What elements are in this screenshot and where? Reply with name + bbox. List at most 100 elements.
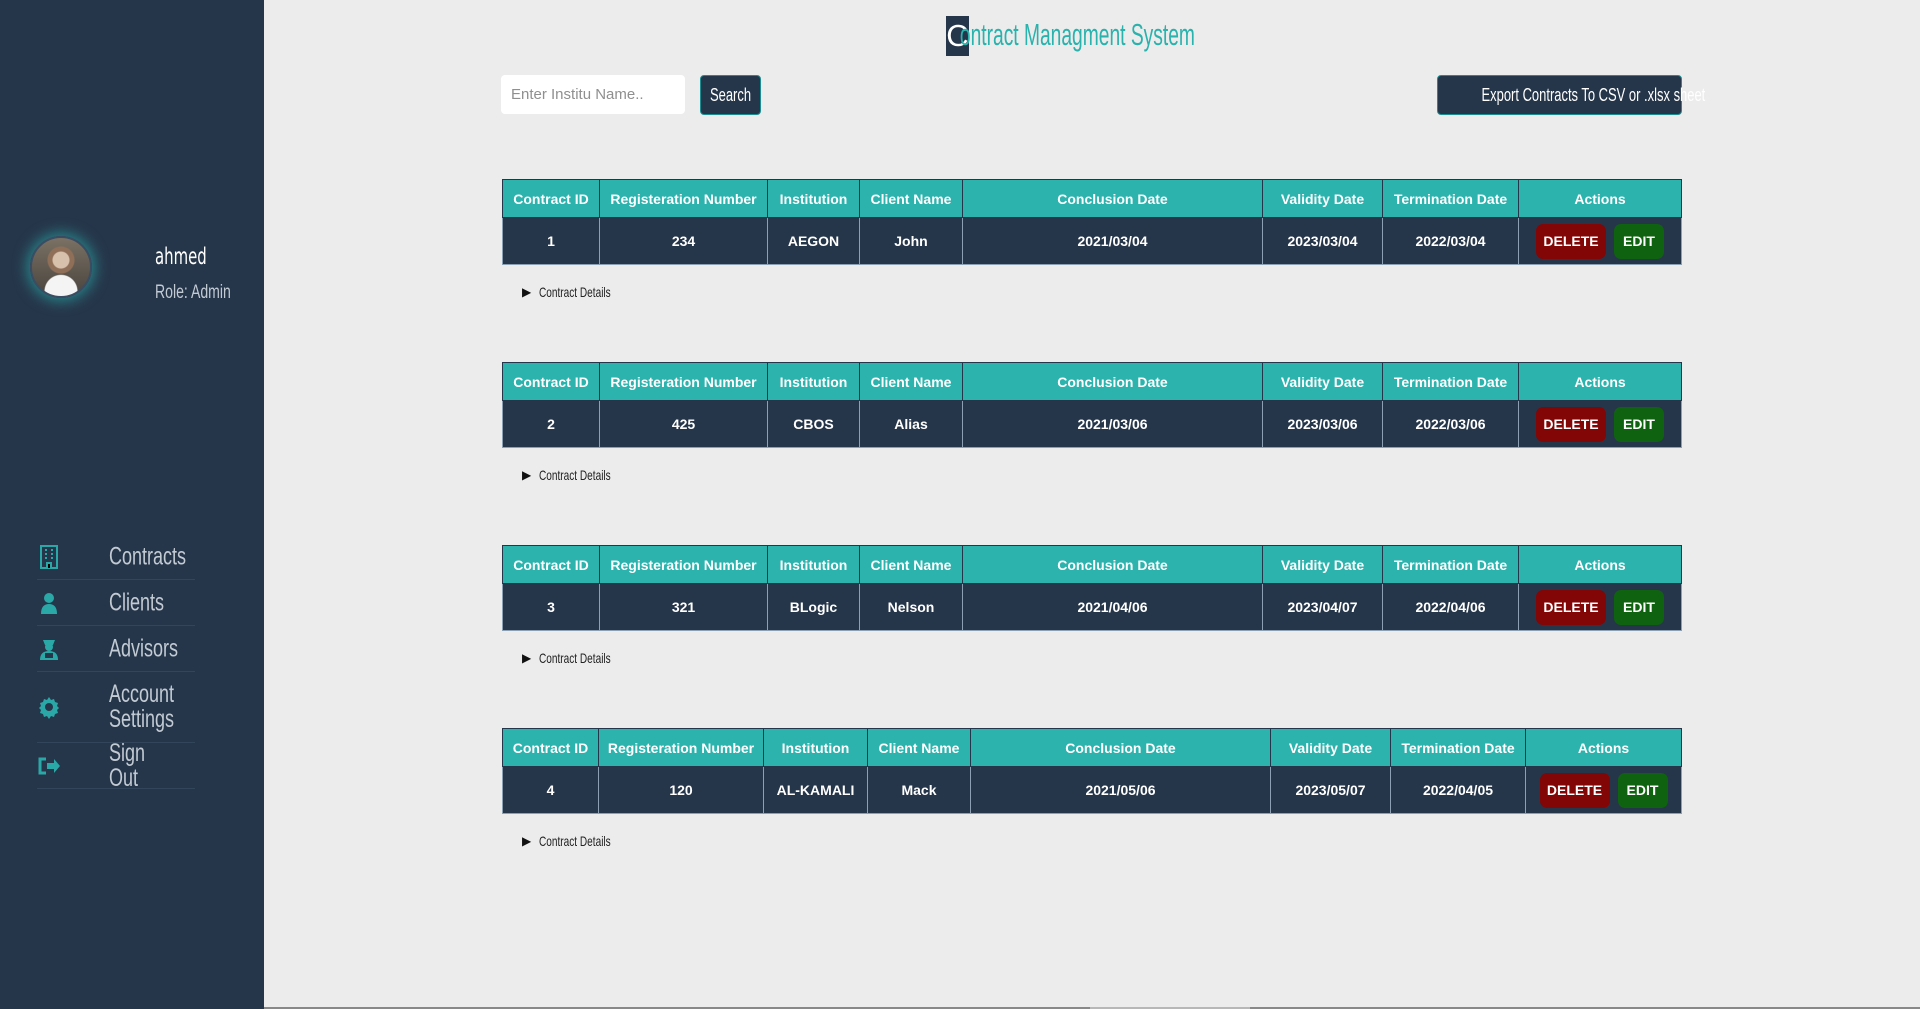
table-row: 1 234 AEGON John 2021/03/04 2023/03/04 2022/03… <box>502 217 1682 265</box>
table-header-cell: Conclusion Date <box>962 362 1263 401</box>
contract-details-toggle[interactable]: ▶ Contract Details <box>522 832 1681 850</box>
row-actions: DELETE EDIT <box>1519 218 1681 264</box>
contract-details-label: Contract Details <box>539 833 611 849</box>
sidebar-navigation: Contracts Clients Advisors Account Setti… <box>37 534 195 792</box>
sidebar-item-sign-out[interactable]: Sign Out <box>37 738 195 792</box>
client-name-cell: John <box>859 217 963 265</box>
institution-search-input[interactable] <box>501 75 685 114</box>
table-row: 4 120 AL-KAMALI Mack 2021/05/06 2023/05/07 202… <box>502 766 1682 814</box>
disclosure-triangle-icon: ▶ <box>522 468 532 482</box>
validity-date-cell: 2023/04/07 <box>1262 583 1383 631</box>
table-header-cell: Client Name <box>859 545 963 584</box>
table-header-cell: Termination Date <box>1382 362 1519 401</box>
contract-table: Contract ID Registeration Number Instituti… <box>502 179 1682 265</box>
user-role: Role: Admin <box>155 282 231 303</box>
contract-card: Contract ID Registeration Number Instituti… <box>502 728 1682 850</box>
user-icon <box>37 591 61 615</box>
page-title: Contract Managment System <box>946 17 1195 55</box>
sidebar-item-label: Advisors <box>109 634 179 662</box>
client-name-cell: Alias <box>859 400 963 448</box>
advisor-icon <box>37 637 61 661</box>
termination-date-cell: 2022/04/06 <box>1382 583 1519 631</box>
edit-button[interactable]: EDIT <box>1617 772 1668 808</box>
contract-details-label: Contract Details <box>539 284 611 300</box>
table-header-cell: Termination Date <box>1390 728 1526 767</box>
table-header-cell: Institution <box>767 545 860 584</box>
sidebar-item-clients[interactable]: Clients <box>37 580 195 626</box>
user-profile: ahmed Role: Admin <box>30 236 260 306</box>
table-header-cell: Institution <box>763 728 868 767</box>
export-button-label: Export Contracts To CSV or .xlsx sheet <box>1481 84 1706 105</box>
table-header-row: Contract ID Registeration Number Instituti… <box>502 179 1682 218</box>
disclosure-triangle-icon: ▶ <box>522 834 532 848</box>
institution-cell: CBOS <box>767 400 860 448</box>
actions-cell: DELETE EDIT <box>1525 766 1682 814</box>
delete-button[interactable]: DELETE <box>1539 772 1610 808</box>
conclusion-date-cell: 2021/05/06 <box>970 766 1271 814</box>
table-header-cell: Client Name <box>867 728 971 767</box>
contract-details-label: Contract Details <box>539 467 611 483</box>
client-name-cell: Nelson <box>859 583 963 631</box>
disclosure-triangle-icon: ▶ <box>522 285 532 299</box>
table-header-cell: Registeration Number <box>598 728 764 767</box>
table-header-cell: Termination Date <box>1382 179 1519 218</box>
export-contracts-button[interactable]: Export Contracts To CSV or .xlsx sheet <box>1437 75 1705 115</box>
registration-number-cell: 425 <box>599 400 768 448</box>
conclusion-date-cell: 2021/03/04 <box>962 217 1263 265</box>
delete-button[interactable]: DELETE <box>1536 406 1606 442</box>
contract-details-toggle[interactable]: ▶ Contract Details <box>522 466 1681 484</box>
row-actions: DELETE EDIT <box>1519 401 1681 447</box>
contract-table: Contract ID Registeration Number Instituti… <box>502 362 1682 448</box>
row-actions: DELETE EDIT <box>1519 584 1681 630</box>
table-header-cell: Institution <box>767 179 860 218</box>
edit-button[interactable]: EDIT <box>1614 223 1664 259</box>
sidebar-item-label: Contracts <box>109 542 187 570</box>
table-header-cell: Contract ID <box>502 362 600 401</box>
table-header-cell: Registeration Number <box>599 179 768 218</box>
conclusion-date-cell: 2021/04/06 <box>962 583 1263 631</box>
table-header-cell: Client Name <box>859 179 963 218</box>
sidebar-item-advisors[interactable]: Advisors <box>37 626 195 672</box>
contract-id-cell: 1 <box>502 217 600 265</box>
row-actions: DELETE EDIT <box>1526 767 1681 813</box>
delete-button[interactable]: DELETE <box>1536 223 1606 259</box>
edit-button[interactable]: EDIT <box>1614 589 1664 625</box>
table-row: 2 425 CBOS Alias 2021/03/06 2023/03/06 2022/03… <box>502 400 1682 448</box>
table-header-cell: Contract ID <box>502 545 600 584</box>
edit-button[interactable]: EDIT <box>1614 406 1664 442</box>
sidebar-item-label: Sign Out <box>109 738 146 792</box>
sidebar-item-contracts[interactable]: Contracts <box>37 534 195 580</box>
validity-date-cell: 2023/03/04 <box>1262 217 1383 265</box>
contract-table: Contract ID Registeration Number Instituti… <box>502 728 1682 814</box>
table-header-cell: Contract ID <box>502 179 600 218</box>
contract-card: Contract ID Registeration Number Instituti… <box>502 179 1682 301</box>
contract-id-cell: 3 <box>502 583 600 631</box>
table-header-cell: Registeration Number <box>599 545 768 584</box>
table-header-cell: Client Name <box>859 362 963 401</box>
table-header-cell: Validity Date <box>1262 179 1383 218</box>
conclusion-date-cell: 2021/03/06 <box>962 400 1263 448</box>
registration-number-cell: 321 <box>599 583 768 631</box>
disclosure-triangle-icon: ▶ <box>522 651 532 665</box>
actions-cell: DELETE EDIT <box>1518 583 1682 631</box>
avatar <box>30 236 92 298</box>
contract-details-toggle[interactable]: ▶ Contract Details <box>522 649 1681 667</box>
table-header-cell: Institution <box>767 362 860 401</box>
table-header-cell: Actions <box>1518 179 1682 218</box>
search-button[interactable]: Search <box>700 75 761 115</box>
table-header-cell: Actions <box>1525 728 1682 767</box>
delete-button[interactable]: DELETE <box>1536 589 1606 625</box>
contract-table: Contract ID Registeration Number Instituti… <box>502 545 1682 631</box>
institution-cell: AL-KAMALI <box>763 766 868 814</box>
table-header-cell: Validity Date <box>1262 362 1383 401</box>
table-header-cell: Actions <box>1518 545 1682 584</box>
sidebar-item-label: Account Settings <box>109 680 175 733</box>
validity-date-cell: 2023/03/06 <box>1262 400 1383 448</box>
institution-cell: BLogic <box>767 583 860 631</box>
user-name: ahmed <box>155 244 207 270</box>
contract-details-toggle[interactable]: ▶ Contract Details <box>522 283 1681 301</box>
table-header-row: Contract ID Registeration Number Instituti… <box>502 545 1682 584</box>
contract-card: Contract ID Registeration Number Instituti… <box>502 362 1682 484</box>
table-header-cell: Contract ID <box>502 728 599 767</box>
sidebar-item-account-settings[interactable]: Account Settings <box>37 672 195 743</box>
